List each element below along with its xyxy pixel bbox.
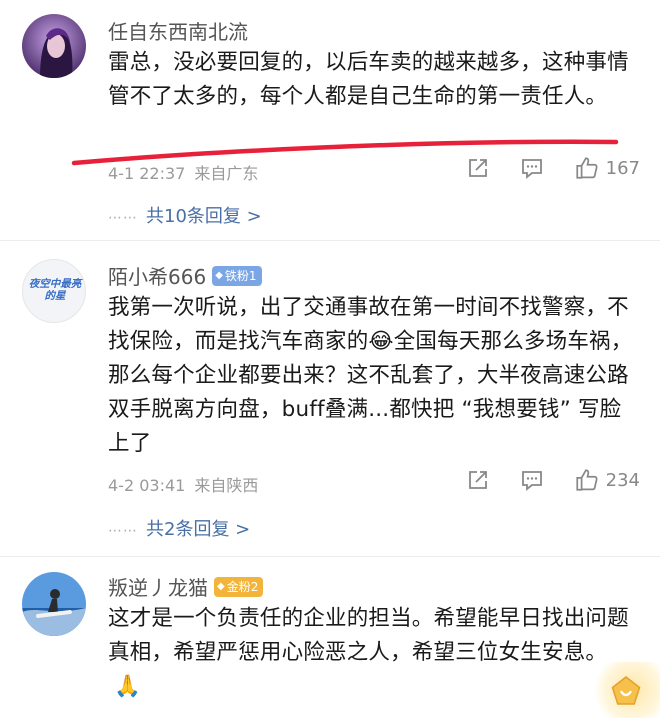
share-icon — [468, 159, 487, 177]
like-count: 167 — [605, 157, 640, 179]
comment-2: 夜空中最亮的星 陌小希666 ◆ 铁粉1 我第一次听说，出了交通事故在第一时间不… — [0, 243, 660, 558]
view-replies-link[interactable]: ⋯⋯ 共2条回复 > — [108, 515, 250, 541]
like-button[interactable]: 234 — [574, 467, 640, 493]
like-count: 234 — [605, 469, 640, 491]
comment-text: 雷总，没必要回复的，以后车卖的越来越多，这种事情管不了太多的，每个人都是自己生命… — [108, 50, 629, 109]
comment-icon — [521, 471, 542, 491]
divider — [0, 240, 660, 241]
avatar[interactable] — [22, 14, 86, 78]
thumbs-up-icon — [576, 157, 598, 179]
avatar[interactable] — [22, 572, 86, 636]
comment-text: 我第一次听说，出了交通事故在第一时间不找警察，不找保险，而是找汽车商家的😂全国每… — [108, 291, 640, 461]
dots-icon: ⋯⋯ — [108, 523, 138, 539]
comment-icon — [521, 159, 542, 179]
username-text[interactable]: 任自东西南北流 — [108, 16, 248, 45]
dots-icon: ⋯⋯ — [108, 210, 138, 226]
diamond-icon: ◆ — [215, 269, 223, 281]
badge-label: 金粉2 — [226, 579, 259, 594]
laughing-emoji-icon: 😂 — [368, 329, 394, 354]
badge-label: 铁粉1 — [224, 268, 257, 283]
comment-1: 任自东西南北流 雷总，没必要回复的，以后车卖的越来越多，这种事情管不了太多的，每… — [0, 0, 660, 230]
comment-3: 叛逆丿龙猫 ◆ 金粉2 这才是一个负责任的企业的担当。希望能早日找出问题真相，希… — [0, 558, 660, 718]
avatar[interactable]: 夜空中最亮的星 — [22, 259, 86, 323]
comment-actions: 234 — [466, 467, 640, 493]
avatar-image — [22, 572, 86, 636]
avatar-image — [22, 14, 86, 78]
comment-text: 这才是一个负责任的企业的担当。希望能早日找出问题真相，希望严惩用心险恶之人，希望… — [108, 602, 640, 704]
folded-hands-emoji-icon: 🙏 — [114, 674, 141, 699]
comment-location: 来自广东 — [194, 164, 259, 183]
pentagon-icon — [611, 676, 641, 705]
share-icon — [468, 471, 487, 489]
divider — [0, 556, 660, 557]
share-button[interactable] — [466, 156, 490, 180]
comment-location: 来自陕西 — [194, 476, 259, 495]
username[interactable]: 陌小希666 ◆ 铁粉1 — [108, 261, 262, 290]
replies-label[interactable]: 共10条回复 > — [146, 206, 262, 227]
view-replies-link[interactable]: ⋯⋯ 共10条回复 > — [108, 202, 262, 228]
fan-badge[interactable]: ◆ 铁粉1 — [212, 265, 262, 286]
username-text[interactable]: 陌小希666 — [108, 261, 206, 290]
username-text[interactable]: 叛逆丿龙猫 — [108, 572, 208, 601]
sparkle-badge-icon — [590, 662, 660, 718]
comment-actions: 167 — [466, 155, 640, 181]
reply-button[interactable] — [520, 468, 544, 492]
share-button[interactable] — [466, 468, 490, 492]
comment-meta: 4-1 22:37 来自广东 — [108, 160, 258, 184]
like-button[interactable]: 167 — [574, 155, 640, 181]
avatar-text: 夜空中最亮的星 — [28, 278, 82, 302]
fan-badge[interactable]: ◆ 金粉2 — [214, 576, 264, 597]
reply-button[interactable] — [520, 156, 544, 180]
thumbs-up-icon — [576, 469, 598, 491]
comment-time: 4-2 03:41 — [108, 476, 186, 495]
comment-text-part: 这才是一个负责任的企业的担当。希望能早日找出问题真相，希望严惩用心险恶之人，希望… — [108, 606, 629, 665]
comment-meta: 4-2 03:41 来自陕西 — [108, 472, 258, 496]
diamond-icon: ◆ — [217, 580, 225, 592]
username[interactable]: 叛逆丿龙猫 ◆ 金粉2 — [108, 572, 264, 601]
username[interactable]: 任自东西南北流 — [108, 16, 248, 45]
replies-label[interactable]: 共2条回复 > — [146, 519, 250, 540]
comment-time: 4-1 22:37 — [108, 164, 186, 183]
